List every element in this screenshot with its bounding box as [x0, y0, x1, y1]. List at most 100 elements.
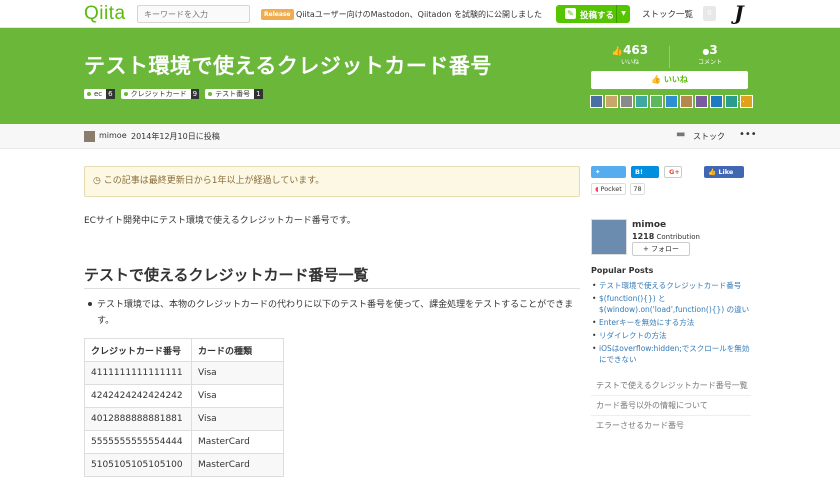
popular-posts-heading: Popular Posts	[591, 266, 654, 275]
tag-count: 1	[254, 89, 263, 99]
pocket-count: 78	[630, 183, 645, 195]
chevron-down-icon[interactable]: ▼	[616, 5, 630, 23]
tag-name: クレジットカード	[120, 89, 191, 99]
popular-posts-list: テスト環境で使えるクレジットカード番号 $(function(){}) と $(…	[591, 280, 751, 367]
folder-icon: ▬	[676, 129, 686, 140]
popular-post-link[interactable]: iOSはoverflow:hidden;でスクロールを無効にできない	[591, 343, 751, 365]
twitter-icon: ✦	[595, 168, 601, 176]
article-title: テスト環境で使えるクレジットカード番号	[84, 54, 492, 78]
toc-item[interactable]: テストで使えるクレジットカード番号一覧	[591, 380, 751, 391]
hatena-bookmark-button[interactable]: B! 103	[631, 166, 659, 188]
tag-count: 9	[190, 89, 200, 99]
edit-icon: ✎	[565, 8, 576, 19]
pocket-icon: ◖	[595, 185, 599, 193]
popular-post-link[interactable]: $(function(){}) と $(window).on('load',fu…	[591, 293, 751, 315]
like-button-label: いいね	[663, 75, 688, 84]
author-avatar[interactable]	[84, 131, 95, 142]
like-button[interactable]: 👍 いいね	[591, 71, 748, 89]
card-type-cell: Visa	[191, 384, 284, 408]
follow-button[interactable]: + フォロー	[632, 242, 690, 256]
pocket-label: Pocket	[600, 185, 622, 193]
table-row: 4242424242424242 Visa	[84, 384, 284, 408]
thumbs-up-icon: 👍	[611, 47, 624, 57]
author-profile-avatar[interactable]	[591, 219, 627, 255]
likes-stat: 👍463 いいね	[610, 43, 650, 66]
stock-button[interactable]: ストック	[693, 131, 725, 142]
divider	[591, 395, 751, 396]
toc-item[interactable]: エラーさせるカード番号	[591, 420, 751, 431]
divider	[669, 46, 670, 68]
tag-name: ec	[84, 89, 107, 99]
card-number-cell: 5105105105105100	[84, 453, 192, 477]
table-row: 4012888888881881 Visa	[84, 407, 284, 431]
tag-credit-card[interactable]: クレジットカード 9	[120, 89, 200, 99]
column-header: クレジットカード番号	[84, 338, 192, 362]
tag-test-number[interactable]: テスト番号 1	[205, 89, 263, 99]
toc-item[interactable]: カード番号以外の情報について	[591, 400, 751, 411]
liker-avatar[interactable]	[650, 95, 663, 108]
popular-post-link[interactable]: リダイレクトの方法	[591, 330, 751, 341]
comments-count: 3	[709, 43, 718, 57]
post-date: 2014年12月10日に投稿	[131, 132, 220, 141]
user-plus-icon: +	[642, 245, 649, 253]
release-badge: Release	[261, 9, 294, 20]
card-number-cell: 4111111111111111	[84, 361, 192, 385]
post-button[interactable]: ✎ 投稿する ▼	[556, 5, 630, 23]
author-name[interactable]: mimoe	[99, 131, 127, 140]
likers-avatars	[590, 95, 753, 108]
more-options-button[interactable]: •••	[739, 129, 757, 140]
liker-avatar[interactable]	[680, 95, 693, 108]
liker-avatar[interactable]	[665, 95, 678, 108]
liker-avatar[interactable]	[620, 95, 633, 108]
card-type-cell: Visa	[191, 407, 284, 431]
table-row: 5555555555554444 MasterCard	[84, 430, 284, 454]
notification-count[interactable]: 0	[703, 6, 716, 21]
divider	[591, 415, 751, 416]
google-plus-button[interactable]: G+	[664, 166, 682, 178]
card-number-cell: 4012888888881881	[84, 407, 192, 431]
popular-post-link[interactable]: テスト環境で使えるクレジットカード番号	[591, 280, 751, 291]
list-item: テスト環境では、本物のクレジットカードの代わりに以下のテスト番号を使って、課金処…	[97, 300, 574, 326]
stock-list-link[interactable]: ストック一覧	[642, 8, 693, 20]
liker-avatar[interactable]	[635, 95, 648, 108]
bullet-marker	[88, 302, 92, 306]
contribution-label: Contribution	[656, 233, 700, 241]
card-type-cell: Visa	[191, 361, 284, 385]
tag-ec[interactable]: ec 6	[84, 89, 115, 99]
intro-paragraph: ECサイト開発中にテスト環境で使えるクレジットカード番号です。	[84, 216, 356, 226]
popular-post-link[interactable]: Enterキーを無効にする方法	[591, 317, 751, 328]
card-type-cell: MasterCard	[191, 453, 284, 477]
likes-count: 463	[623, 43, 649, 57]
liker-avatar[interactable]	[695, 95, 708, 108]
contribution-number: 1218	[632, 232, 655, 241]
facebook-like-button[interactable]: 👍 Like 16	[704, 166, 744, 188]
liker-avatar[interactable]	[590, 95, 603, 108]
pocket-button[interactable]: ◖ Pocket	[591, 183, 626, 195]
release-message-link[interactable]: Qiitaユーザー向けのMastodon、Qiitadon を試験的に公開しまし…	[296, 9, 542, 20]
user-avatar[interactable]: J	[730, 3, 748, 24]
column-header: カードの種類	[191, 338, 284, 362]
comments-stat[interactable]: ●3 コメント	[690, 43, 730, 66]
tag-name: テスト番号	[205, 89, 255, 99]
thumbs-up-icon: 👍	[651, 75, 662, 84]
qiita-logo[interactable]: Qiita	[84, 3, 126, 25]
tag-count: 6	[106, 89, 115, 99]
outdated-notice: ◷ この記事は最終更新日から1年以上が経過しています。	[84, 166, 580, 197]
liker-avatar[interactable]	[605, 95, 618, 108]
table-of-contents: テストで使えるクレジットカード番号一覧 カード番号以外の情報について エラーさせ…	[591, 380, 751, 431]
liker-avatar[interactable]	[710, 95, 723, 108]
tweet-button[interactable]: ✦ Tweet	[591, 166, 626, 188]
card-number-table: クレジットカード番号 カードの種類 4111111111111111 Visa …	[84, 338, 284, 477]
search-input[interactable]	[137, 5, 250, 23]
card-type-cell: MasterCard	[191, 430, 284, 454]
card-number-cell: 4242424242424242	[84, 384, 192, 408]
table-header-row: クレジットカード番号 カードの種類	[84, 338, 284, 362]
clock-icon: ◷	[93, 176, 101, 186]
comments-label: コメント	[697, 59, 722, 66]
likers-more[interactable]: ...	[737, 95, 745, 104]
table-row: 4111111111111111 Visa	[84, 361, 284, 385]
contribution-stat: 1218 Contribution	[632, 232, 700, 241]
article-header: テスト環境で使えるクレジットカード番号 ec 6 クレジットカード 9 テスト番…	[0, 28, 840, 124]
author-profile-name[interactable]: mimoe	[632, 220, 666, 230]
notice-text: この記事は最終更新日から1年以上が経過しています。	[103, 176, 325, 186]
